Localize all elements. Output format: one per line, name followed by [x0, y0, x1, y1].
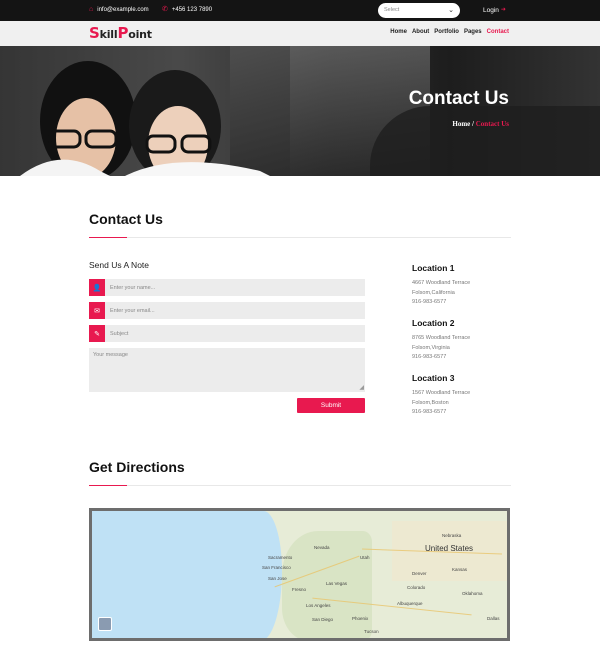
login-link[interactable]: Login ➜	[483, 6, 506, 14]
map-city-label: Albuquerque	[397, 601, 423, 606]
location-street: 1567 Woodland Terrace	[412, 390, 471, 396]
contact-section-title: Contact Us	[89, 211, 163, 227]
breadcrumb-current: Contact Us	[475, 120, 509, 128]
select-value: Select	[384, 7, 400, 13]
logo[interactable]: SkillPoint	[89, 24, 152, 42]
map-city-label: Las Vegas	[326, 581, 348, 586]
location-title: Location 3	[412, 373, 455, 383]
name-placeholder: Enter your name...	[110, 284, 156, 291]
message-placeholder: Your message	[93, 352, 128, 358]
breadcrumb-separator: /	[472, 120, 474, 128]
top-bar: ⌂ info@example.com ✆ +456 123 7890 Selec…	[0, 0, 600, 21]
breadcrumb: Home / Contact Us	[452, 120, 509, 128]
contact-section-divider	[89, 237, 511, 238]
map-region-label: Nevada	[314, 545, 330, 550]
map-city-label: Los Angeles	[306, 603, 331, 608]
map-region-label: Oklahoma	[462, 591, 483, 596]
location-card: Location 2 8765 Woodland Terrace Folsom,…	[412, 318, 512, 363]
location-street: 4667 Woodland Terrace	[412, 280, 471, 286]
hero-title: Contact Us	[408, 88, 509, 109]
email-text: info@example.com	[97, 7, 149, 13]
nav-menu: Home About Portfolio Pages Contact	[390, 29, 509, 35]
email-contact[interactable]: ⌂ info@example.com	[89, 6, 149, 14]
map-satellite-toggle[interactable]	[98, 617, 112, 631]
map-city-label: San Francisco	[262, 565, 291, 570]
hero-background-shape	[370, 106, 600, 176]
map-region-label: Kansas	[452, 567, 468, 572]
divider-accent	[89, 485, 127, 486]
main-nav: SkillPoint Home About Portfolio Pages Co…	[0, 21, 600, 46]
form-title: Send Us A Note	[89, 260, 150, 270]
location-phone: 916-983-6577	[412, 299, 447, 305]
login-icon: ➜	[500, 7, 506, 13]
resize-handle-icon[interactable]: ◢	[359, 384, 364, 391]
map-city-label: Phoenix	[352, 616, 369, 621]
nav-item-about[interactable]: About	[412, 29, 429, 35]
submit-button[interactable]: Submit	[297, 398, 365, 413]
location-title: Location 1	[412, 263, 455, 273]
location-phone: 916-983-6577	[412, 354, 447, 360]
map-city-label: Sacramento	[268, 555, 293, 560]
nav-item-portfolio[interactable]: Portfolio	[434, 29, 459, 35]
phone-contact[interactable]: ✆ +456 123 7890	[162, 6, 212, 14]
location-title: Location 2	[412, 318, 455, 328]
subject-field[interactable]: ✎ Subject	[89, 325, 365, 342]
map-city-label: San Diego	[312, 617, 334, 622]
nav-item-pages[interactable]: Pages	[464, 29, 482, 35]
directions-section-title: Get Directions	[89, 459, 185, 475]
map-city-label: Tucson	[364, 629, 379, 634]
envelope-icon: ✉	[89, 302, 105, 319]
nav-item-contact[interactable]: Contact	[487, 29, 509, 35]
location-card: Location 1 4667 Woodland Terrace Folsom,…	[412, 263, 512, 308]
hero-banner: Contact Us Home / Contact Us	[0, 46, 600, 176]
location-card: Location 3 1567 Woodland Terrace Folsom,…	[412, 373, 512, 418]
map-country-label: United States	[425, 544, 474, 553]
phone-icon: ✆	[162, 6, 168, 13]
location-city: Folsom,Virginia	[412, 344, 450, 351]
edit-icon: ✎	[89, 325, 105, 342]
location-phone: 916-983-6577	[412, 409, 447, 415]
map-region-label: Colorado	[407, 585, 426, 590]
subject-placeholder: Subject	[110, 330, 129, 337]
user-icon: 👤	[89, 279, 105, 296]
breadcrumb-home[interactable]: Home	[452, 120, 470, 128]
map-city-label: San Jose	[268, 576, 287, 581]
map-city-label: Denver	[412, 571, 427, 576]
divider-accent	[89, 237, 127, 238]
chevron-down-icon: ⌄	[448, 7, 454, 14]
logo-letter-s: S	[89, 24, 100, 42]
location-city: Folsom,California	[412, 289, 455, 296]
phone-text: +456 123 7890	[171, 7, 213, 13]
email-placeholder: Enter your email...	[110, 307, 155, 314]
hero-photo	[0, 46, 290, 176]
map-region-label: Nebraska	[442, 533, 462, 538]
message-textarea[interactable]: Your message ◢	[89, 348, 365, 392]
directions-section-divider	[89, 485, 511, 486]
map-city-label: Dallas	[487, 616, 500, 621]
email-field[interactable]: ✉ Enter your email...	[89, 302, 365, 319]
name-field[interactable]: 👤 Enter your name...	[89, 279, 365, 296]
login-label: Login	[483, 6, 499, 14]
logo-text-2: oint	[128, 28, 152, 41]
logo-letter-p: P	[117, 24, 129, 42]
location-street: 8765 Woodland Terrace	[412, 335, 471, 341]
home-icon: ⌂	[89, 6, 94, 13]
language-select[interactable]: Select ⌄	[378, 3, 460, 18]
map-region-label: Utah	[360, 555, 370, 560]
nav-item-home[interactable]: Home	[390, 29, 407, 35]
location-city: Folsom,Boston	[412, 399, 449, 406]
map-embed[interactable]: United States Sacramento San Francisco S…	[89, 508, 510, 641]
map-city-label: Fresno	[292, 587, 307, 592]
logo-text-1: kill	[99, 28, 118, 41]
